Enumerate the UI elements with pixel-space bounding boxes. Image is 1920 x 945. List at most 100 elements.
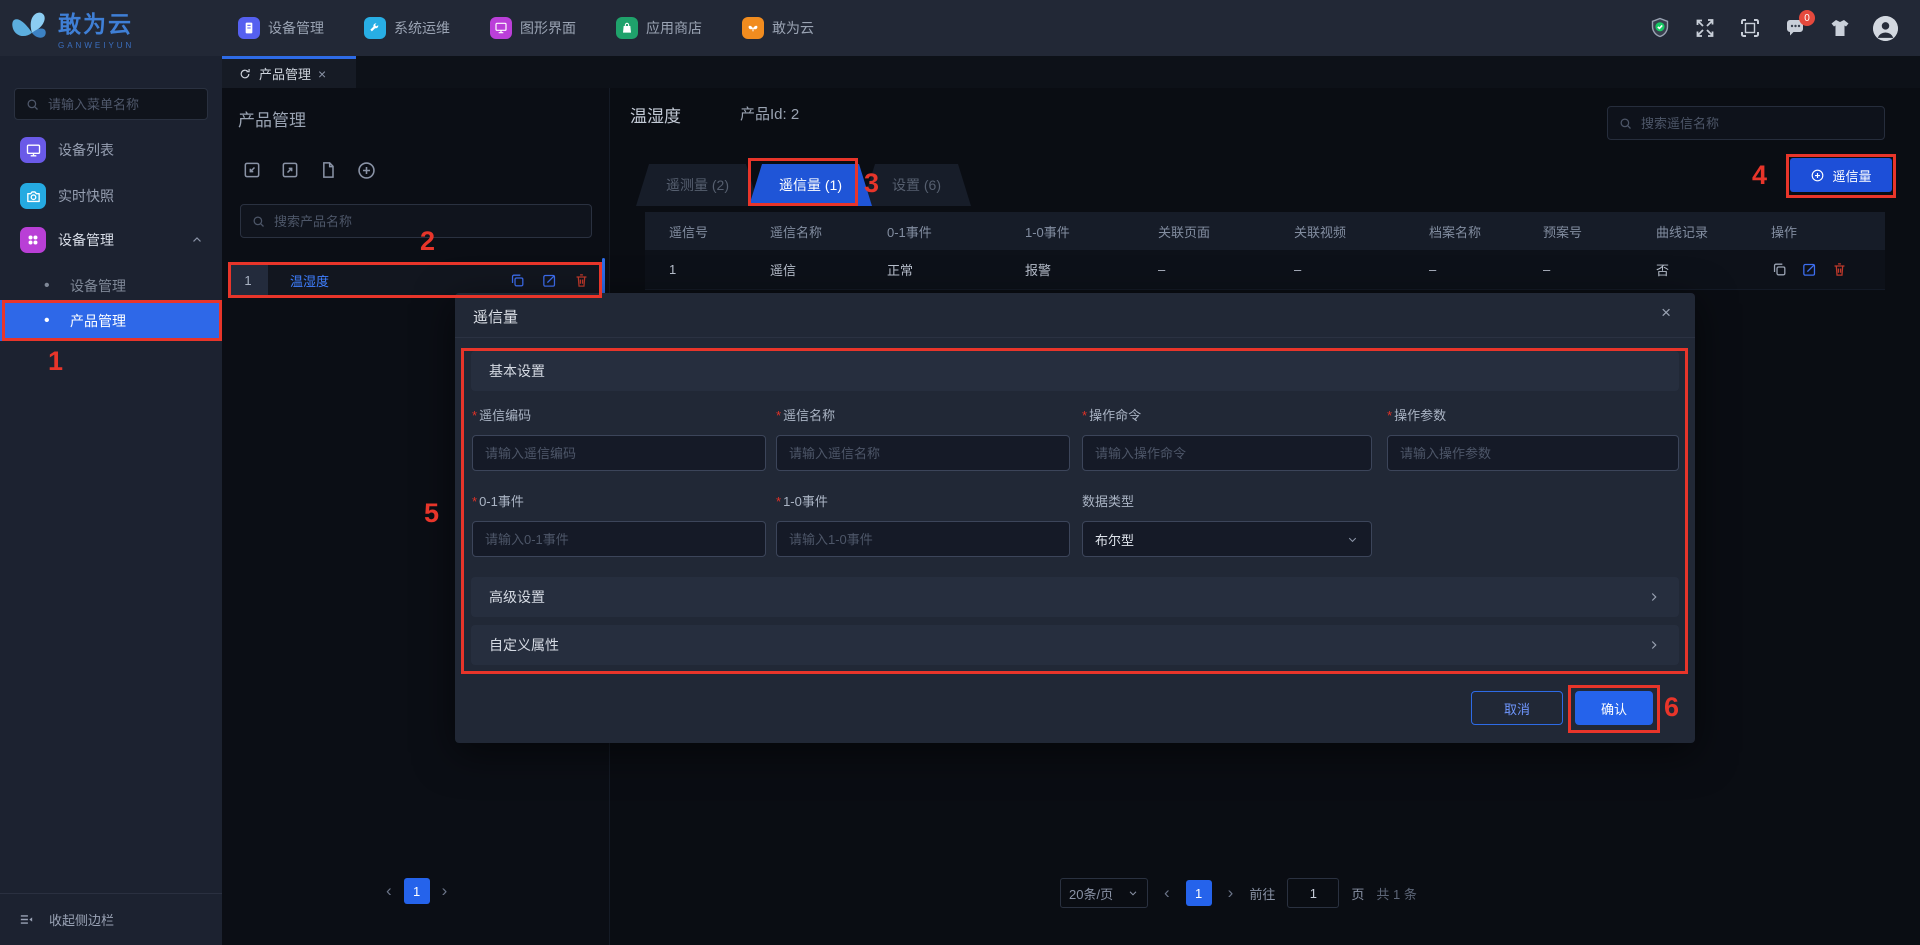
page-unit-label: 页 (1351, 886, 1365, 902)
message-icon[interactable]: 0 (1783, 10, 1815, 40)
col-header: 遥信名称 (770, 224, 823, 240)
nav-item-device-manage[interactable]: 设备管理 (238, 0, 324, 56)
op-param-input[interactable] (1387, 435, 1679, 471)
nav-item-app-store[interactable]: 应用商店 (616, 0, 702, 56)
screenshot-frame-icon[interactable] (1738, 16, 1762, 40)
col-header: 关联视频 (1294, 224, 1347, 240)
field-label-data-type: 数据类型 (1082, 494, 1135, 509)
cell: 正常 (887, 263, 914, 278)
col-header: 预案号 (1543, 224, 1583, 240)
event-10-input[interactable] (776, 521, 1070, 557)
sidebar-subitem-device-manage[interactable]: • 设备管理 (0, 268, 222, 304)
cell: – (1158, 262, 1166, 277)
add-product-icon[interactable] (356, 160, 376, 180)
refresh-icon[interactable] (238, 67, 252, 81)
cancel-button[interactable]: 取消 (1471, 691, 1563, 725)
document-icon[interactable] (318, 160, 338, 180)
modal-close-icon[interactable]: × (1661, 303, 1671, 323)
sidebar-item-label: 设备管理 (58, 232, 114, 248)
product-search-input[interactable] (274, 213, 564, 229)
signal-table: 遥信号 遥信名称 0-1事件 1-0事件 关联页面 关联视频 档案名称 预案号 … (645, 212, 1885, 290)
data-type-value: 布尔型 (1095, 532, 1135, 548)
chevron-down-icon (1348, 537, 1357, 542)
next-page-icon[interactable]: › (1224, 883, 1238, 903)
export-icon[interactable] (280, 160, 300, 180)
signal-tabs: 遥测量 (2) 遥信量 (1) 设置 (6) (636, 164, 961, 206)
ganweiyun-icon (742, 17, 764, 39)
section-label: 自定义属性 (489, 637, 559, 653)
tab-telemetry[interactable]: 遥测量 (2) (636, 164, 759, 206)
sidebar-item-device-manage[interactable]: 设备管理 (0, 222, 222, 258)
doc-tab-product-manage[interactable]: 产品管理 × (222, 56, 356, 88)
sidebar-item-label: 设备列表 (58, 142, 114, 158)
col-header: 1-0事件 (1025, 224, 1070, 240)
copy-icon[interactable] (509, 272, 526, 289)
field-label-event-01: 0-1事件 (472, 491, 524, 510)
delete-icon[interactable] (1831, 261, 1848, 278)
signal-search[interactable] (1607, 106, 1885, 140)
advanced-settings-section[interactable]: 高级设置 (471, 577, 1679, 617)
field-label-signal-code: 遥信编码 (472, 405, 531, 424)
nav-item-system-ops[interactable]: 系统运维 (364, 0, 450, 56)
edit-icon[interactable] (541, 272, 558, 289)
current-page-button[interactable]: 1 (1185, 880, 1212, 906)
field-label-op-param: 操作参数 (1387, 405, 1446, 424)
product-row-name[interactable]: 温湿度 (290, 271, 329, 290)
sidebar-subitem-product-manage[interactable]: • 产品管理 (0, 300, 222, 341)
tab-signal[interactable]: 遥信量 (1) (749, 164, 872, 206)
delete-icon[interactable] (573, 272, 590, 289)
col-header: 操作 (1771, 224, 1798, 240)
prev-page-icon[interactable]: ‹ (382, 881, 396, 901)
cell: – (1429, 262, 1437, 277)
signal-modal: 遥信量 × 基本设置 遥信编码 遥信名称 操作命令 操作参数 0-1事件 1-0… (455, 293, 1695, 743)
op-command-input[interactable] (1082, 435, 1372, 471)
goto-page-input[interactable] (1287, 878, 1340, 908)
custom-attributes-section[interactable]: 自定义属性 (471, 625, 1679, 665)
theme-shirt-icon[interactable] (1828, 16, 1852, 40)
import-icon[interactable] (242, 160, 262, 180)
add-signal-button[interactable]: 遥信量 (1790, 158, 1892, 192)
graphic-ui-icon (490, 17, 512, 39)
copy-icon[interactable] (1771, 261, 1788, 278)
sidebar-item-device-list[interactable]: 设备列表 (0, 132, 222, 168)
close-tab-icon[interactable]: × (318, 66, 326, 82)
signal-code-input[interactable] (472, 435, 766, 471)
cell: 报警 (1025, 263, 1052, 278)
apps-icon (20, 227, 46, 253)
nav-label: 图形界面 (520, 20, 576, 36)
search-icon (251, 214, 266, 229)
event-01-input[interactable] (472, 521, 766, 557)
cell: 1 (669, 262, 677, 277)
nav-item-graphic-ui[interactable]: 图形界面 (490, 0, 576, 56)
confirm-button[interactable]: 确认 (1575, 691, 1653, 725)
fullscreen-icon[interactable] (1693, 16, 1717, 40)
next-page-icon[interactable]: › (438, 881, 452, 901)
signal-search-input[interactable] (1641, 115, 1851, 131)
page-size-select[interactable]: 20条/页 (1060, 878, 1148, 908)
tab-settings[interactable]: 设置 (6) (862, 164, 971, 206)
current-page-button[interactable]: 1 (403, 878, 430, 904)
bullet-dot-icon: • (44, 311, 50, 329)
document-tabbar: 产品管理 × (222, 56, 1920, 88)
col-header: 档案名称 (1429, 224, 1482, 240)
sidebar-search-input[interactable] (48, 96, 188, 112)
topbar: 敢为云 GANWEIYUN 设备管理 系统运维 图形界面 应用商店 敢为云 0 (0, 0, 1920, 56)
table-row[interactable]: 1 遥信 正常 报警 – – – – 否 (645, 250, 1885, 290)
nav-label: 系统运维 (394, 20, 450, 36)
product-search[interactable] (240, 204, 592, 238)
edit-icon[interactable] (1801, 261, 1818, 278)
system-ops-icon (364, 17, 386, 39)
collapse-sidebar-button[interactable]: 收起侧边栏 (0, 893, 222, 945)
signal-name-input[interactable] (776, 435, 1070, 471)
sidebar-search[interactable] (14, 88, 208, 120)
section-label: 基本设置 (489, 363, 545, 379)
sidebar-item-label: 实时快照 (58, 188, 114, 204)
security-shield-icon[interactable] (1648, 16, 1672, 40)
col-header: 曲线记录 (1656, 224, 1709, 240)
sidebar-item-snapshot[interactable]: 实时快照 (0, 178, 222, 214)
user-avatar[interactable] (1873, 15, 1898, 41)
sidebar-subitem-label: 设备管理 (70, 278, 126, 294)
nav-item-ganweiyun[interactable]: 敢为云 (742, 0, 814, 56)
data-type-select[interactable]: 布尔型 (1082, 521, 1372, 557)
prev-page-icon[interactable]: ‹ (1160, 883, 1174, 903)
